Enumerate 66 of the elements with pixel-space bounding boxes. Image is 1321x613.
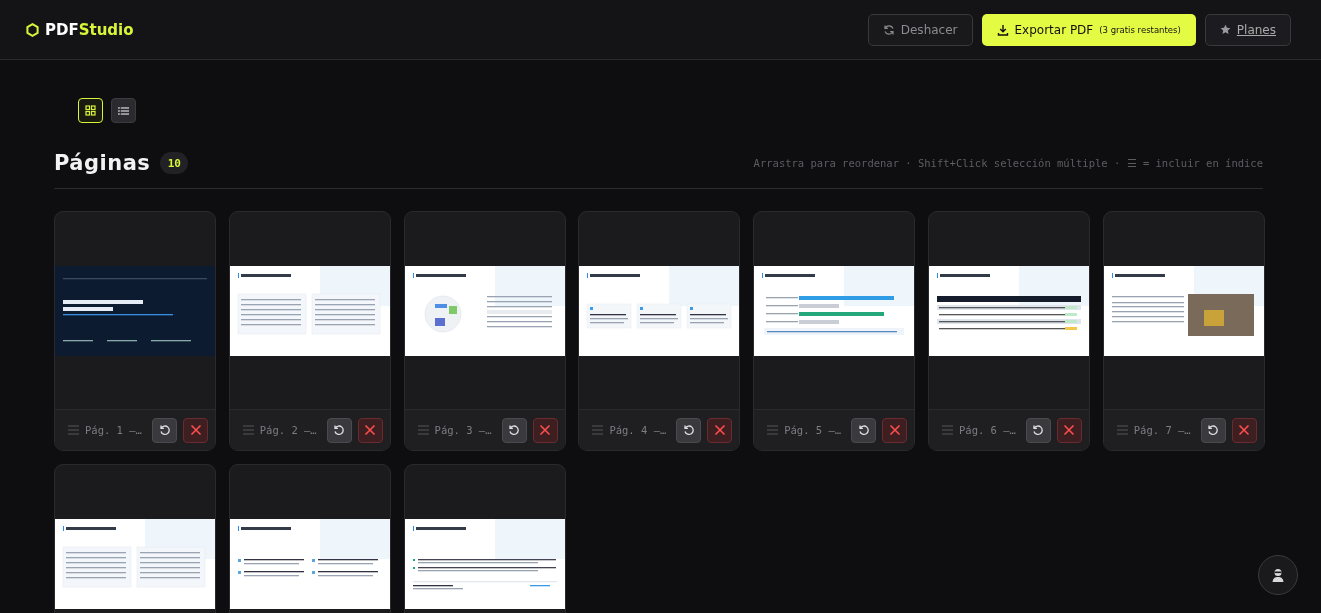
- close-icon: [539, 424, 552, 437]
- close-icon: [1238, 424, 1251, 437]
- rotate-icon: [682, 424, 695, 437]
- drag-handle-icon[interactable]: [417, 425, 429, 436]
- star-icon: [1219, 24, 1231, 35]
- person-icon: [1270, 567, 1286, 583]
- delete-button[interactable]: [1231, 417, 1257, 443]
- rotate-button[interactable]: [676, 417, 702, 443]
- drag-handle-icon[interactable]: [942, 425, 953, 436]
- delete-button[interactable]: [532, 417, 558, 443]
- page-label: Pág. 2 —…: [259, 424, 318, 437]
- app-logo-text: PDFStudio: [45, 20, 134, 39]
- page-label: Pág. 1 —…: [85, 424, 143, 437]
- close-icon: [888, 424, 901, 437]
- page-card[interactable]: Pág. 2 —…: [228, 211, 391, 451]
- page-label: Pág. 4 —…: [609, 424, 668, 437]
- page-card[interactable]: Pág. 4 —…: [578, 211, 741, 451]
- rotate-icon: [508, 424, 521, 437]
- hexagon-logo-icon: [26, 22, 39, 37]
- rotate-button[interactable]: [326, 417, 352, 443]
- rotate-button[interactable]: [152, 417, 177, 443]
- page-label: Pág. 3 —…: [434, 424, 493, 437]
- rotate-button[interactable]: [1200, 417, 1226, 443]
- page-label: Pág. 7 —…: [1133, 424, 1192, 437]
- list-view-button[interactable]: [111, 98, 136, 123]
- page-card[interactable]: Pág. 3 —…: [403, 211, 566, 451]
- close-icon: [364, 424, 377, 437]
- page-card[interactable]: Pág. 7 —…: [1102, 211, 1265, 451]
- page-card[interactable]: Pág. 6 —…: [928, 211, 1090, 451]
- rotate-button[interactable]: [501, 417, 527, 443]
- page-label: Pág. 6 —…: [959, 424, 1017, 437]
- page-card[interactable]: Pág. 1 —…: [54, 211, 216, 451]
- rotate-button[interactable]: [851, 417, 877, 443]
- drag-handle-icon[interactable]: [1116, 425, 1128, 436]
- rotate-icon: [1032, 424, 1045, 437]
- grid-view-button[interactable]: [78, 98, 103, 123]
- delete-button[interactable]: [357, 417, 383, 443]
- close-icon: [713, 424, 726, 437]
- page-count-badge: 10: [160, 152, 189, 174]
- close-icon: [189, 424, 202, 437]
- delete-button[interactable]: [183, 417, 208, 443]
- close-icon: [1063, 424, 1076, 437]
- drag-handle-icon[interactable]: [592, 425, 604, 436]
- grid-icon: [85, 105, 96, 116]
- undo-button[interactable]: Deshacer: [867, 13, 973, 46]
- hint-text: Arrastra para reordenar · Shift+Click selección múltiple · ☰ = incluir en índice: [753, 157, 1263, 169]
- section-title: Páginas: [54, 151, 151, 175]
- drag-handle-icon[interactable]: [767, 425, 779, 436]
- rotate-icon: [857, 424, 870, 437]
- page-label: Pág. 5 —…: [784, 424, 843, 437]
- refresh-icon: [882, 23, 895, 36]
- page-card[interactable]: Pág. 5 —…: [753, 211, 916, 451]
- rotate-icon: [1207, 424, 1220, 437]
- rotate-button[interactable]: [1026, 417, 1051, 443]
- drag-handle-icon[interactable]: [68, 425, 79, 436]
- assistant-button[interactable]: [1258, 555, 1298, 595]
- download-icon: [996, 23, 1009, 36]
- export-pdf-button[interactable]: Exportar PDF (3 gratis restantes): [981, 13, 1196, 46]
- plans-link[interactable]: Planes: [1204, 13, 1291, 46]
- rotate-icon: [158, 424, 171, 437]
- list-icon: [118, 105, 129, 116]
- delete-button[interactable]: [707, 417, 733, 443]
- delete-button[interactable]: [882, 417, 908, 443]
- drag-handle-icon[interactable]: [242, 425, 254, 436]
- rotate-icon: [333, 424, 346, 437]
- delete-button[interactable]: [1057, 417, 1082, 443]
